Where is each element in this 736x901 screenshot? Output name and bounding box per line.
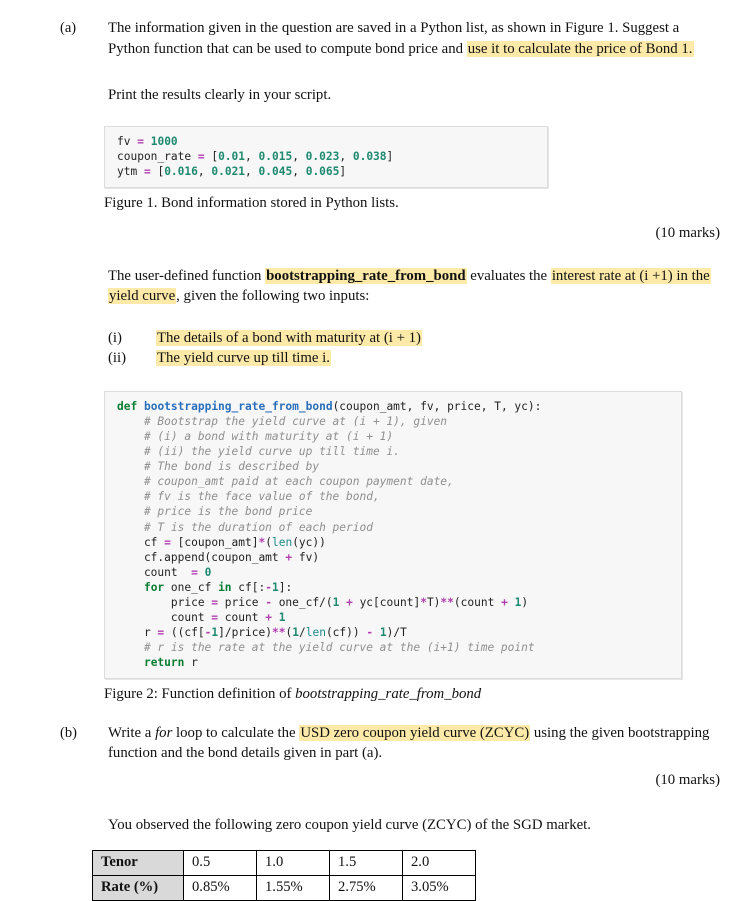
figure-2-code-line-7: # price is the bond price bbox=[117, 505, 313, 519]
document-page: (a) The information given in the questio… bbox=[0, 0, 736, 901]
zcyc-row-0-value-1: 1.0 bbox=[256, 849, 330, 876]
figure-1: fv = 1000 coupon_rate = [0.01, 0.015, 0.… bbox=[104, 125, 736, 214]
zcyc-row-0-value-2: 1.5 bbox=[329, 849, 403, 876]
inputs-list-item-1-number: (ii) bbox=[108, 350, 127, 367]
figure-2-caption: Figure 2: Function definition of bootstr… bbox=[104, 684, 736, 705]
part-b-label: (b) bbox=[60, 724, 77, 741]
figure-2-code-line-17: return r bbox=[143, 656, 198, 670]
figure-2-caption-text: Figure 2: Function definition of bbox=[104, 686, 296, 703]
figure-2-code-line-6: # fv is the face value of the bond, bbox=[117, 490, 380, 504]
figure-1-code-line-0: fv = 1000 bbox=[117, 134, 178, 148]
figure-2-code-line-15: r = ((cf[-1]/price)**(1/len(cf)) - 1)/T bbox=[117, 626, 407, 640]
zcyc-row-1-value-3: 3.05% bbox=[402, 874, 476, 901]
inputs-list-item-0-number: (i) bbox=[108, 329, 122, 346]
function-intro-text-2: evaluates the bbox=[466, 267, 551, 284]
figure-2-code-line-1: # Bootstrap the yield curve at (i + 1), … bbox=[117, 414, 448, 428]
observation-paragraph-wrap: You observed the following zero coupon y… bbox=[108, 815, 720, 836]
inputs-list-item-0: (i) The details of a bond with maturity … bbox=[108, 328, 736, 349]
part-b-text-2: loop to calculate the bbox=[172, 724, 300, 741]
figure-2-code-block: def bootstrapping_rate_from_bond(coupon_… bbox=[104, 390, 682, 680]
zcyc-row-0-value-3: 2.0 bbox=[402, 849, 476, 876]
figure-2-code-line-10: cf.append(coupon_amt + fv) bbox=[117, 550, 320, 564]
figure-2-code-line-14: count = count + 1 bbox=[117, 611, 286, 625]
function-intro-text-3: , given the following two inputs: bbox=[176, 288, 370, 305]
figure-2: def bootstrapping_rate_from_bond(coupon_… bbox=[104, 390, 736, 705]
inputs-list: (i) The details of a bond with maturity … bbox=[108, 328, 736, 369]
part-b-marks: (10 marks) bbox=[655, 771, 720, 788]
figure-2-code-line-8: # T is the duration of each period bbox=[117, 520, 373, 534]
part-a-marks: (10 marks) bbox=[655, 225, 720, 242]
figure-1-code-block: fv = 1000 coupon_rate = [0.01, 0.015, 0.… bbox=[104, 125, 548, 188]
zcyc-row-0-value-0: 0.5 bbox=[183, 849, 257, 876]
part-b-paragraph: Write a for loop to calculate the USD ze… bbox=[108, 723, 720, 764]
figure-2-code-line-2: # (i) a bond with maturity at (i + 1) bbox=[117, 429, 394, 443]
zcyc-table: Tenor 0.5 1.0 1.5 2.0 Rate (%) 0.85% 1.5… bbox=[92, 849, 476, 901]
figure-2-code-line-0: def bootstrapping_rate_from_bond(coupon_… bbox=[117, 399, 542, 413]
function-intro-text-1: The user-defined function bbox=[108, 267, 266, 284]
figure-2-code-line-16: # r is the rate at the yield curve at th… bbox=[117, 641, 535, 655]
part-b-zcyc-highlight: USD zero coupon yield curve (ZCYC) bbox=[299, 724, 531, 741]
figure-2-code-line-9: cf = [coupon_amt]*(len(yc)) bbox=[117, 535, 326, 549]
figure-2-code-line-4: # The bond is described by bbox=[117, 460, 320, 474]
inputs-list-item-1-text: The yield curve up till time i. bbox=[156, 350, 331, 367]
observation-paragraph: You observed the following zero coupon y… bbox=[108, 817, 591, 834]
function-intro: The user-defined function bootstrapping_… bbox=[108, 266, 720, 307]
part-a-paragraph-1-highlight: use it to calculate the price of Bond 1. bbox=[466, 40, 694, 57]
zcyc-row-1-value-2: 2.75% bbox=[329, 874, 403, 901]
figure-1-code-line-2: ytm = [0.016, 0.021, 0.045, 0.065] bbox=[117, 164, 347, 178]
figure-2-code-line-11: count = 0 bbox=[117, 565, 212, 579]
figure-2-code-line-13: price = price - one_cf/(1 + yc[count]*T)… bbox=[117, 596, 529, 609]
part-a-paragraph-2: Print the results clearly in your script… bbox=[108, 87, 332, 103]
figure-1-caption: Figure 1. Bond information stored in Pyt… bbox=[104, 194, 399, 211]
table-row: Rate (%) 0.85% 1.55% 2.75% 3.05% bbox=[92, 874, 476, 901]
part-a-body: The information given in the question ar… bbox=[108, 18, 720, 106]
zcyc-row-1-value-0: 0.85% bbox=[183, 874, 257, 901]
part-a-paragraph-1: The information given in the question ar… bbox=[108, 18, 720, 59]
zcyc-table-wrap: Tenor 0.5 1.0 1.5 2.0 Rate (%) 0.85% 1.5… bbox=[92, 849, 736, 901]
figure-2-code-line-12: for one_cf in cf[:-1]: bbox=[143, 580, 293, 594]
question-part-a: (a) The information given in the questio… bbox=[0, 0, 736, 106]
figure-2-code-line-3: # (ii) the yield curve up till time i. bbox=[117, 445, 400, 459]
inputs-list-item-1: (ii) The yield curve up till time i. bbox=[108, 348, 736, 369]
part-b-body: Write a for loop to calculate the USD ze… bbox=[108, 723, 720, 764]
table-row: Tenor 0.5 1.0 1.5 2.0 bbox=[92, 849, 476, 876]
zcyc-row-1-value-1: 1.55% bbox=[256, 874, 330, 901]
function-name-highlight: bootstrapping_rate_from_bond bbox=[265, 267, 467, 284]
zcyc-row-0-head: Tenor bbox=[92, 849, 184, 876]
zcyc-row-1-head: Rate (%) bbox=[92, 874, 184, 901]
part-a-label: (a) bbox=[60, 20, 77, 36]
part-b-text-1: Write a bbox=[108, 724, 156, 741]
figure-1-code-line-1: coupon_rate = [0.01, 0.015, 0.023, 0.038… bbox=[117, 149, 394, 163]
inputs-list-item-0-text: The details of a bond with maturity at (… bbox=[156, 329, 422, 346]
figure-2-code-line-5: # coupon_amt paid at each coupon payment… bbox=[117, 475, 454, 489]
part-b-for-keyword: for bbox=[155, 724, 173, 741]
figure-2-caption-function-name: bootstrapping_rate_from_bond bbox=[295, 686, 482, 703]
question-part-b: (b) Write a for loop to calculate the US… bbox=[0, 723, 736, 764]
function-intro-paragraph: The user-defined function bootstrapping_… bbox=[108, 266, 720, 307]
